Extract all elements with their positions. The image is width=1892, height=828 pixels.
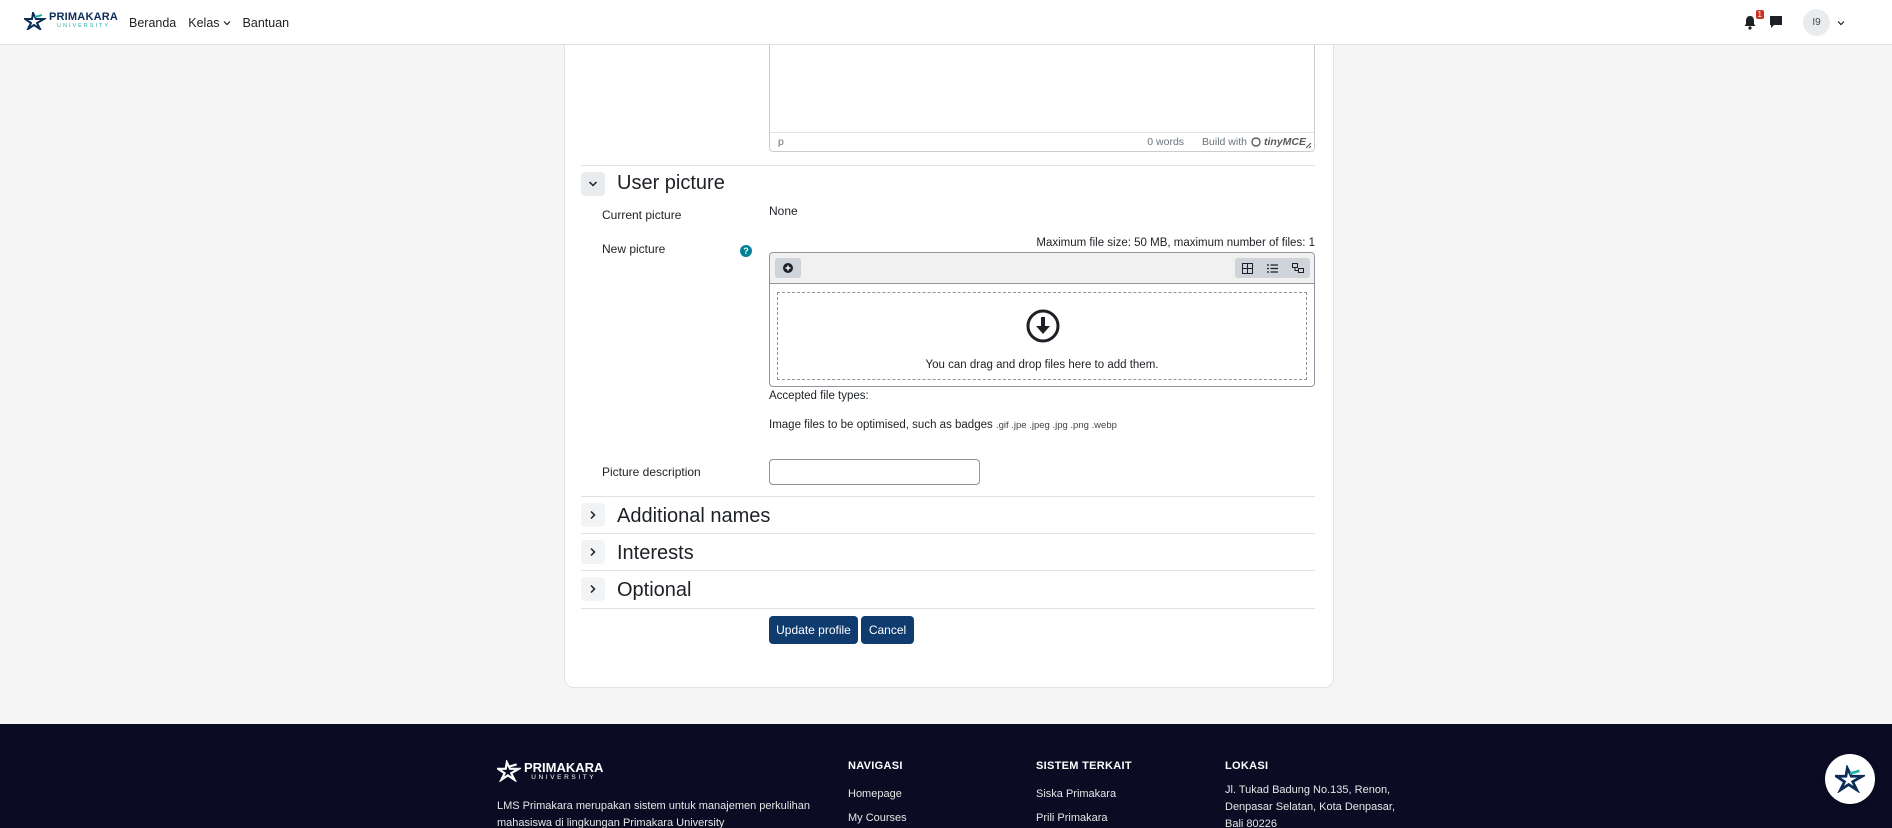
- divider: [581, 570, 1315, 571]
- editor-build-with: Build with: [1202, 136, 1247, 148]
- nav-bantuan[interactable]: Bantuan: [243, 16, 290, 30]
- footer-related-column: SISTEM TERKAIT Siska Primakara Prili Pri…: [1036, 760, 1132, 828]
- optional-heading[interactable]: Optional: [617, 579, 692, 602]
- new-picture-label: New picture: [602, 242, 666, 256]
- chevron-down-icon: [588, 181, 598, 187]
- file-picker-toolbar: [770, 253, 1314, 284]
- cancel-button[interactable]: Cancel: [861, 616, 914, 644]
- chevron-right-icon: [590, 510, 596, 520]
- description-editor[interactable]: p 0 words Build with tinyMCE: [769, 45, 1315, 152]
- divider: [581, 165, 1315, 166]
- file-drop-zone[interactable]: You can drag and drop files here to add …: [777, 292, 1307, 380]
- notification-button[interactable]: 1: [1743, 9, 1764, 31]
- help-icon[interactable]: ?: [740, 245, 752, 257]
- accepted-types-text: Image files to be optimised, such as bad…: [769, 419, 993, 431]
- editor-word-count: 0 words: [1147, 136, 1185, 148]
- footer-link-homepage[interactable]: Homepage: [848, 782, 907, 806]
- divider: [581, 533, 1315, 534]
- additional-names-heading[interactable]: Additional names: [617, 505, 770, 528]
- interests-heading[interactable]: Interests: [617, 542, 694, 565]
- add-file-button[interactable]: [775, 258, 801, 278]
- nav-beranda[interactable]: Beranda: [129, 16, 176, 30]
- file-picker: You can drag and drop files here to add …: [769, 252, 1315, 387]
- optional-expand-toggle[interactable]: [581, 577, 605, 601]
- footer-brand-sub: UNIVERSITY: [531, 773, 597, 781]
- user-picture-collapse-toggle[interactable]: [581, 172, 605, 196]
- add-file-icon: [783, 263, 793, 273]
- editor-path[interactable]: p: [778, 136, 1147, 148]
- brand-logo[interactable]: PRIMAKARA UNIVERSITY: [24, 12, 118, 30]
- tree-icon: [1291, 262, 1304, 273]
- resize-handle-icon[interactable]: [1305, 142, 1312, 149]
- footer-description: LMS Primakara merupakan sistem untuk man…: [497, 800, 811, 828]
- footer-location-column: LOKASI Jl. Tukad Badung No.135, Renon, D…: [1225, 760, 1415, 828]
- view-tree-button[interactable]: [1285, 258, 1310, 278]
- additional-names-expand-toggle[interactable]: [581, 503, 605, 527]
- footer-brand-name: PRIMAKARA: [524, 759, 604, 775]
- accepted-types-label: Accepted file types:: [769, 390, 869, 402]
- nav-kelas[interactable]: Kelas: [188, 16, 230, 30]
- footer-location-heading: LOKASI: [1225, 760, 1269, 772]
- brand-sub: UNIVERSITY: [57, 23, 111, 30]
- user-picture-heading[interactable]: User picture: [617, 172, 725, 195]
- chevron-right-icon: [590, 547, 596, 557]
- download-arrow-icon: [1026, 309, 1060, 343]
- update-profile-button[interactable]: Update profile: [769, 616, 858, 644]
- floating-assistant-button[interactable]: [1825, 754, 1875, 804]
- brand-star-icon: [24, 12, 46, 30]
- divider: [581, 608, 1315, 609]
- footer-link-my-courses[interactable]: My Courses: [848, 806, 907, 828]
- bell-icon: [1744, 15, 1756, 30]
- site-footer: PRIMAKARA UNIVERSITY LMS Primakara merup…: [0, 724, 1892, 828]
- editor-statusbar: p 0 words Build with tinyMCE: [770, 132, 1314, 151]
- picture-description-input[interactable]: [769, 459, 980, 485]
- chevron-right-icon: [590, 584, 596, 594]
- interests-expand-toggle[interactable]: [581, 540, 605, 564]
- accepted-types-extensions: .gif .jpe .jpeg .jpg .png .webp: [995, 420, 1117, 431]
- user-avatar[interactable]: I9: [1803, 9, 1830, 36]
- chevron-down-icon[interactable]: [1836, 18, 1846, 28]
- view-list-button[interactable]: [1260, 258, 1285, 278]
- picture-description-label: Picture description: [602, 465, 701, 479]
- max-file-info: Maximum file size: 50 MB, maximum number…: [1036, 237, 1315, 249]
- footer-nav-heading: NAVIGASI: [848, 760, 903, 772]
- notification-badge: 1: [1755, 9, 1764, 19]
- footer-related-heading: SISTEM TERKAIT: [1036, 760, 1132, 772]
- current-picture-value: None: [769, 204, 798, 218]
- messages-button[interactable]: [1769, 15, 1785, 31]
- footer-link-siska[interactable]: Siska Primakara: [1036, 782, 1132, 806]
- tinymce-brand[interactable]: tinyMCE: [1264, 136, 1306, 148]
- top-navbar: PRIMAKARA UNIVERSITY Beranda Kelas Bantu…: [0, 0, 1892, 45]
- accepted-types-list: Image files to be optimised, such as bad…: [769, 419, 1117, 431]
- chat-icon: [1770, 15, 1782, 28]
- footer-logo[interactable]: PRIMAKARA UNIVERSITY: [497, 760, 603, 782]
- view-icons-button[interactable]: [1235, 258, 1260, 278]
- chevron-down-icon: [223, 20, 230, 25]
- brand-star-icon: [1835, 765, 1865, 793]
- footer-link-prili[interactable]: Prili Primakara: [1036, 806, 1132, 828]
- drop-zone-text: You can drag and drop files here to add …: [925, 359, 1159, 371]
- divider: [581, 496, 1315, 497]
- current-picture-label: Current picture: [602, 208, 682, 222]
- brand-name: PRIMAKARA: [49, 11, 119, 24]
- list-icon: [1267, 263, 1278, 273]
- footer-nav-column: NAVIGASI Homepage My Courses: [848, 760, 907, 828]
- brand-star-icon: [497, 760, 521, 782]
- tinymce-logo-icon: [1251, 137, 1261, 147]
- view-switcher: [1235, 258, 1310, 278]
- footer-address: Jl. Tukad Badung No.135, Renon, Denpasar…: [1225, 784, 1396, 828]
- nav-kelas-label: Kelas: [188, 15, 220, 30]
- grid-icon: [1242, 262, 1253, 274]
